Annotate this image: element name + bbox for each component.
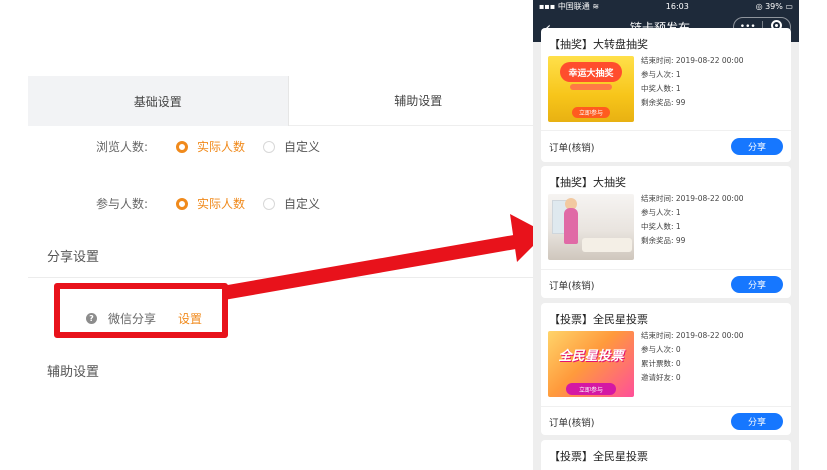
view-count-row: 浏览人数: 实际人数 自定义 bbox=[96, 138, 338, 155]
settings-tabs: 基础设置 辅助设置 bbox=[28, 76, 548, 126]
battery-icon: ▭ bbox=[785, 1, 793, 11]
card-orders-link[interactable]: 订单(核销) bbox=[549, 140, 594, 154]
radio-label: 实际人数 bbox=[197, 140, 246, 154]
radio-unchecked-icon bbox=[263, 197, 276, 210]
card-divider bbox=[541, 406, 791, 407]
view-count-actual-radio[interactable]: 实际人数 bbox=[176, 138, 245, 155]
tab-basic-settings[interactable]: 基础设置 bbox=[28, 76, 289, 126]
wifi-icon: ≋ bbox=[592, 1, 600, 11]
thumb-join-button: 立即参与 bbox=[566, 383, 616, 395]
location-icon: ◎ bbox=[755, 1, 763, 11]
lottery-thumbnail bbox=[548, 194, 634, 260]
divider bbox=[28, 277, 545, 278]
thumb-strip bbox=[570, 84, 612, 90]
thumb-join-button: 立即参与 bbox=[572, 107, 610, 118]
card-info: 结束时间: 2019-08-22 00:00 参与人次: 0 累计票数: 0 邀… bbox=[641, 331, 744, 382]
card-divider bbox=[541, 269, 791, 270]
thumb-sofa bbox=[582, 238, 632, 252]
radio-label: 自定义 bbox=[284, 140, 321, 154]
card-orders-link[interactable]: 订单(核销) bbox=[549, 278, 594, 292]
thumb-badge: 幸运大抽奖 bbox=[560, 62, 622, 82]
share-settings-title: 分享设置 bbox=[47, 250, 100, 265]
thumb-figure bbox=[564, 208, 578, 244]
clock: 16:03 bbox=[665, 1, 689, 11]
card-title: 【抽奖】大转盘抽奖 bbox=[549, 38, 648, 51]
carrier-label: ▪▪▪ 中国联通 ≋ bbox=[539, 1, 600, 11]
share-button[interactable]: 分享 bbox=[731, 276, 783, 293]
card-info: 结束时间: 2019-08-22 00:00 参与人次: 1 中奖人数: 1 剩… bbox=[641, 56, 744, 107]
radio-label: 实际人数 bbox=[197, 197, 246, 211]
status-bar: ▪▪▪ 中国联通 ≋ 16:03 ◎ 39% ▭ bbox=[533, 0, 799, 12]
settings-panel: 基础设置 辅助设置 浏览人数: 实际人数 自定义 参与人数: 实际人数 自定义 … bbox=[0, 0, 548, 470]
join-count-row: 参与人数: 实际人数 自定义 bbox=[96, 195, 338, 212]
join-count-custom-radio[interactable]: 自定义 bbox=[263, 195, 320, 212]
activity-card[interactable]: 【抽奖】大转盘抽奖 幸运大抽奖 立即参与 结束时间: 2019-08-22 00… bbox=[541, 28, 791, 162]
activity-card[interactable]: 【投票】全民星投票 全民星投票 立即参与 结束时间: 2019-08-22 00… bbox=[541, 303, 791, 435]
view-count-custom-radio[interactable]: 自定义 bbox=[263, 138, 320, 155]
card-title: 【投票】全民星投票 bbox=[549, 450, 648, 463]
phone-preview: ▪▪▪ 中国联通 ≋ 16:03 ◎ 39% ▭ ‹ 链卡预发布 ••• 【抽奖… bbox=[533, 0, 799, 470]
activity-card[interactable]: 【投票】全民星投票 bbox=[541, 440, 791, 470]
signal-icon: ▪▪▪ bbox=[539, 1, 556, 11]
vote-thumbnail: 全民星投票 立即参与 bbox=[548, 331, 634, 397]
radio-label: 自定义 bbox=[284, 197, 321, 211]
radio-unchecked-icon bbox=[263, 140, 276, 153]
share-button[interactable]: 分享 bbox=[731, 138, 783, 155]
card-orders-link[interactable]: 订单(核销) bbox=[549, 415, 594, 429]
lottery-thumbnail: 幸运大抽奖 立即参与 bbox=[548, 56, 634, 122]
tab-auxiliary-settings[interactable]: 辅助设置 bbox=[288, 76, 548, 126]
join-count-actual-radio[interactable]: 实际人数 bbox=[176, 195, 245, 212]
radio-checked-icon bbox=[176, 140, 188, 153]
highlight-annotation-box bbox=[54, 283, 228, 338]
auxiliary-settings-title: 辅助设置 bbox=[47, 365, 100, 380]
card-title: 【抽奖】大抽奖 bbox=[549, 176, 626, 189]
radio-checked-icon bbox=[176, 197, 188, 210]
share-button[interactable]: 分享 bbox=[731, 413, 783, 430]
card-info: 结束时间: 2019-08-22 00:00 参与人次: 1 中奖人数: 1 剩… bbox=[641, 194, 744, 245]
join-count-label: 参与人数: bbox=[96, 197, 149, 211]
card-title: 【投票】全民星投票 bbox=[549, 313, 648, 326]
battery-indicator: ◎ 39% ▭ bbox=[755, 1, 793, 11]
thumb-badge: 全民星投票 bbox=[558, 349, 624, 364]
activity-card[interactable]: 【抽奖】大抽奖 结束时间: 2019-08-22 00:00 参与人次: 1 中… bbox=[541, 166, 791, 298]
view-count-label: 浏览人数: bbox=[96, 140, 149, 154]
card-divider bbox=[541, 130, 791, 131]
